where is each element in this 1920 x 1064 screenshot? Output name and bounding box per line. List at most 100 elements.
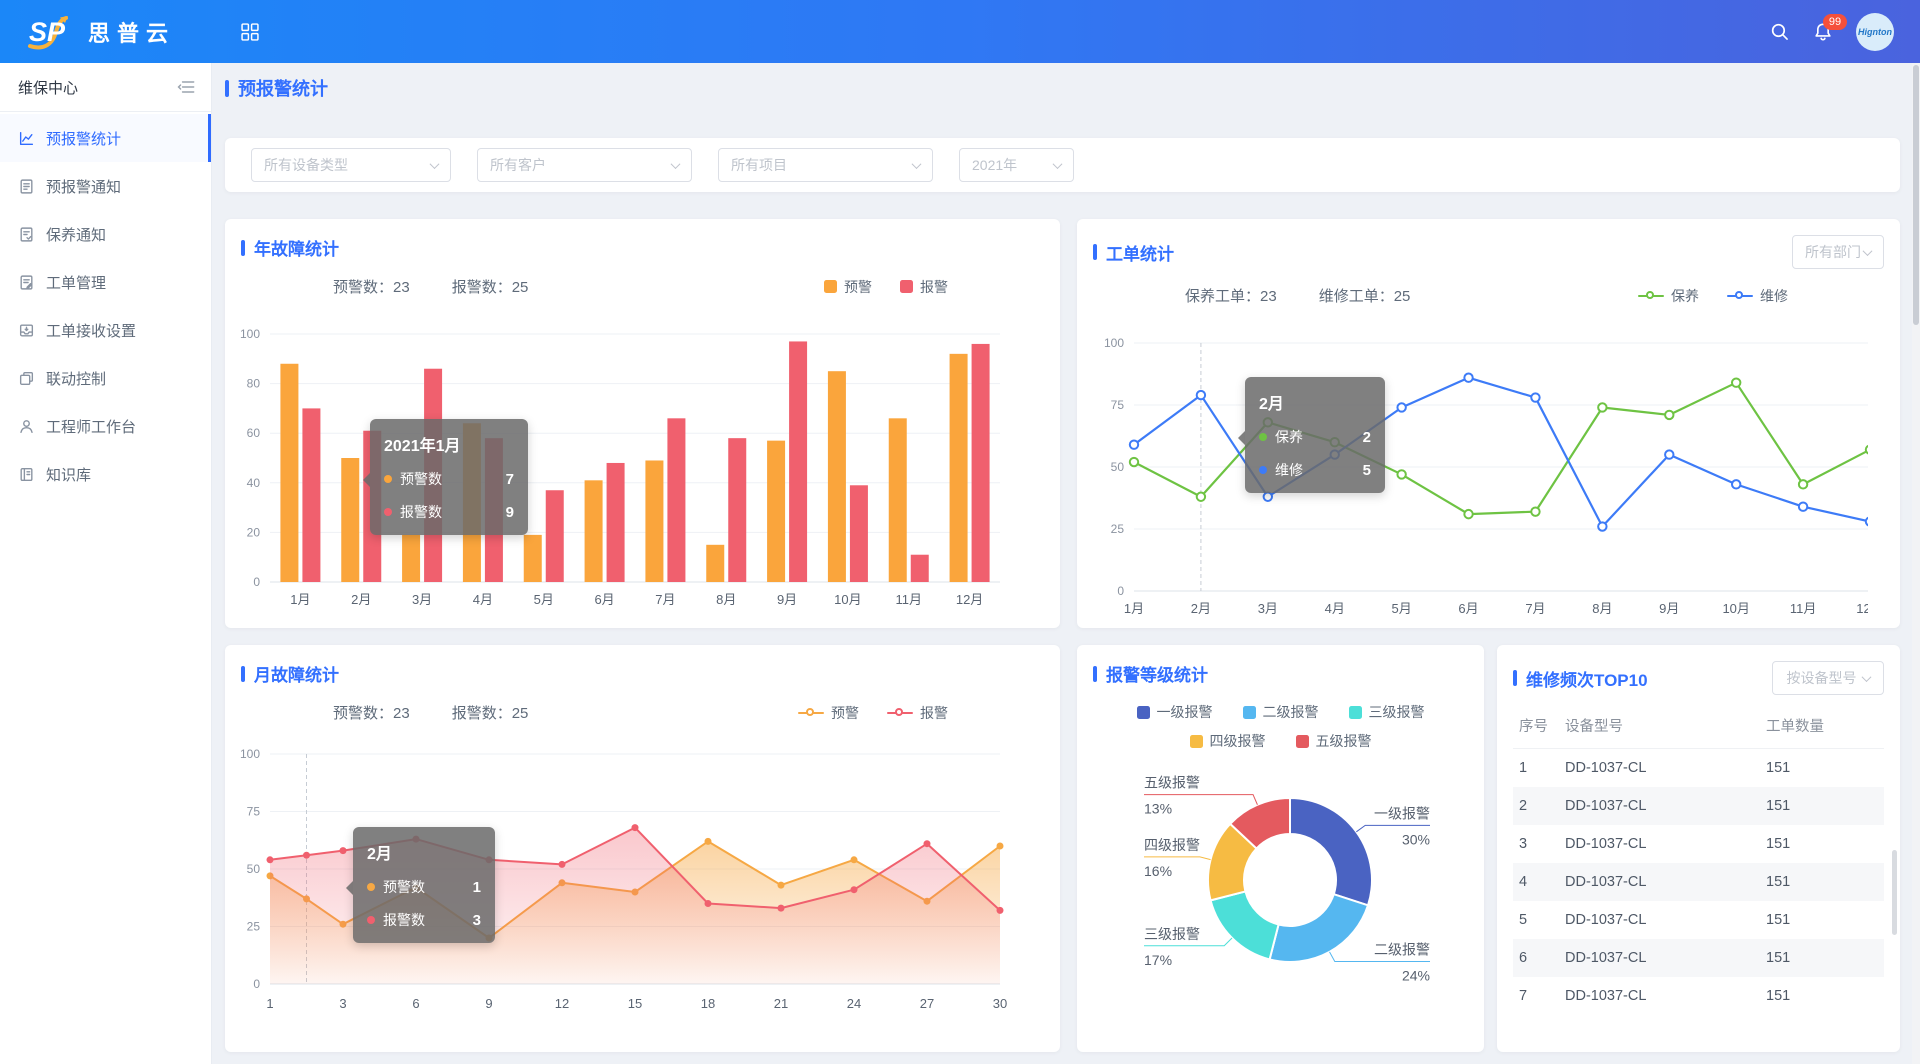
notification-bell-icon[interactable]: 99: [1812, 21, 1834, 43]
card-workorder-stats: 工单统计 所有部门 保养工单：23维修工单：25保养维修 02550751001…: [1077, 219, 1900, 628]
legend-item-二级报警[interactable]: 二级报警: [1243, 702, 1319, 722]
card-title: 报警等级统计: [1106, 661, 1208, 686]
tooltip-row: 报警数3: [367, 910, 481, 930]
chart-line-icon: [18, 130, 35, 147]
tooltip-dot: [384, 475, 392, 483]
chart-tooltip: 2月保养2维修5: [1245, 377, 1385, 493]
legend-item-一级报警[interactable]: 一级报警: [1137, 702, 1213, 722]
stat-value: 维修工单：25: [1319, 285, 1411, 306]
tooltip-series-name: 预警数: [400, 469, 442, 489]
svg-text:24: 24: [847, 996, 861, 1011]
tooltip-row: 预警数7: [384, 469, 514, 489]
sidebar-item-maintenance-notice[interactable]: 保养通知: [0, 210, 211, 258]
device-model-select[interactable]: 按设备型号: [1772, 661, 1884, 695]
chart-tooltip: 2021年1月预警数7报警数9: [370, 419, 528, 535]
svg-text:60: 60: [247, 426, 261, 440]
card-marker: [1093, 244, 1097, 260]
svg-text:21: 21: [774, 996, 788, 1011]
table-cell: DD-1037-CL: [1565, 863, 1766, 901]
apps-grid-icon[interactable]: [241, 23, 259, 41]
svg-text:一级报警: 一级报警: [1374, 805, 1430, 821]
table-row[interactable]: 3DD-1037-CL151: [1513, 825, 1884, 863]
card-marker: [1513, 670, 1517, 686]
department-select[interactable]: 所有部门: [1792, 235, 1884, 269]
svg-text:10月: 10月: [1722, 601, 1749, 616]
sidebar-item-workorder-management[interactable]: 工单管理: [0, 258, 211, 306]
table-cell: 2: [1513, 787, 1565, 825]
tooltip-dot: [367, 916, 375, 924]
filter-select-value: 所有设备类型: [264, 155, 348, 175]
sidebar-item-workorder-receive-setup[interactable]: 工单接收设置: [0, 306, 211, 354]
legend-item-报警[interactable]: 报警: [887, 703, 948, 723]
filter-select-device-type[interactable]: 所有设备类型: [251, 148, 451, 182]
filter-select-customer[interactable]: 所有客户: [477, 148, 692, 182]
sidebar-item-label: 预报警通知: [46, 176, 121, 197]
card-alarm-level: 报警等级统计 一级报警二级报警三级报警四级报警五级报警 一级报警30%二级报警2…: [1077, 645, 1484, 1052]
table-row[interactable]: 5DD-1037-CL151: [1513, 901, 1884, 939]
svg-text:12月: 12月: [1856, 601, 1868, 616]
sidebar-item-linkage-control[interactable]: 联动控制: [0, 354, 211, 402]
svg-text:6: 6: [412, 996, 419, 1011]
sidebar-item-alarm-notice[interactable]: 预报警通知: [0, 162, 211, 210]
stats-row: 保养工单：23维修工单：25保养维修: [1077, 269, 1900, 306]
table-row[interactable]: 7DD-1037-CL151: [1513, 977, 1884, 1015]
legend-item-预警[interactable]: 预警: [824, 277, 872, 297]
svg-text:11月: 11月: [1790, 601, 1817, 616]
legend-item-维修[interactable]: 维修: [1727, 286, 1788, 306]
legend-item-保养[interactable]: 保养: [1638, 286, 1699, 306]
legend-item-报警[interactable]: 报警: [900, 277, 948, 297]
sidebar-item-engineer-workbench[interactable]: 工程师工作台: [0, 402, 211, 450]
search-icon[interactable]: [1769, 21, 1790, 42]
svg-text:2月: 2月: [1191, 601, 1211, 616]
svg-text:五级报警: 五级报警: [1144, 775, 1200, 791]
svg-text:18: 18: [701, 996, 715, 1011]
filter-select-year[interactable]: 2021年: [959, 148, 1074, 182]
table-row[interactable]: 6DD-1037-CL151: [1513, 939, 1884, 977]
filter-select-project[interactable]: 所有项目: [718, 148, 933, 182]
sidebar-collapse-icon[interactable]: [177, 77, 197, 97]
tooltip-value: 3: [447, 912, 481, 929]
legend-item-预警[interactable]: 预警: [798, 703, 859, 723]
legend-label: 维修: [1760, 286, 1788, 306]
user-avatar[interactable]: Hignton: [1856, 13, 1894, 51]
tooltip-title: 2021年1月: [384, 432, 514, 456]
table-cell: 1: [1513, 749, 1565, 788]
svg-text:27: 27: [920, 996, 934, 1011]
chevron-down-icon: [1863, 246, 1873, 256]
legend-item-四级报警[interactable]: 四级报警: [1190, 731, 1266, 751]
legend-item-五级报警[interactable]: 五级报警: [1296, 731, 1372, 751]
brand[interactable]: SP 思普云: [0, 12, 175, 52]
sidebar-item-knowledge-base[interactable]: 知识库: [0, 450, 211, 498]
donut-chart-svg: 一级报警30%二级报警24%三级报警17%四级报警16%五级报警13%: [1077, 755, 1484, 1005]
svg-text:四级报警: 四级报警: [1144, 837, 1200, 853]
tooltip-value: 9: [480, 504, 514, 521]
filter-select-value: 所有项目: [731, 155, 787, 175]
svg-text:9: 9: [485, 996, 492, 1011]
column-header: 设备型号: [1565, 705, 1766, 749]
sidebar-item-alarm-stats[interactable]: 预报警统计: [0, 114, 211, 162]
table-row[interactable]: 4DD-1037-CL151: [1513, 863, 1884, 901]
sidebar-header: 维保中心: [0, 63, 211, 112]
table-cell: 6: [1513, 939, 1565, 977]
svg-text:4月: 4月: [473, 592, 493, 607]
card-yearly-failure: 年故障统计 预警数：23报警数：25预警报警 0204060801001月2月3…: [225, 219, 1060, 628]
repair-top10-table: 序号设备型号工单数量1DD-1037-CL1512DD-1037-CL1513D…: [1513, 705, 1884, 1015]
svg-text:80: 80: [247, 377, 261, 391]
legend-marker: [1638, 290, 1664, 302]
doc-check-icon: [18, 226, 35, 243]
table-cell: DD-1037-CL: [1565, 825, 1766, 863]
chevron-down-icon: [1861, 672, 1871, 682]
chart-tooltip: 2月预警数1报警数3: [353, 827, 495, 943]
card-scrollbar[interactable]: [1892, 850, 1897, 935]
filter-bar: 所有设备类型 所有客户 所有项目 2021年: [225, 138, 1900, 192]
sidebar-item-label: 保养通知: [46, 224, 106, 245]
svg-text:30: 30: [993, 996, 1007, 1011]
legend-item-三级报警[interactable]: 三级报警: [1349, 702, 1425, 722]
table-row[interactable]: 1DD-1037-CL151: [1513, 749, 1884, 788]
svg-text:10月: 10月: [834, 592, 861, 607]
table-cell: 5: [1513, 901, 1565, 939]
svg-text:16%: 16%: [1144, 863, 1172, 879]
table-row[interactable]: 2DD-1037-CL151: [1513, 787, 1884, 825]
svg-text:24%: 24%: [1402, 967, 1430, 983]
page-scrollbar[interactable]: [1912, 63, 1920, 1064]
